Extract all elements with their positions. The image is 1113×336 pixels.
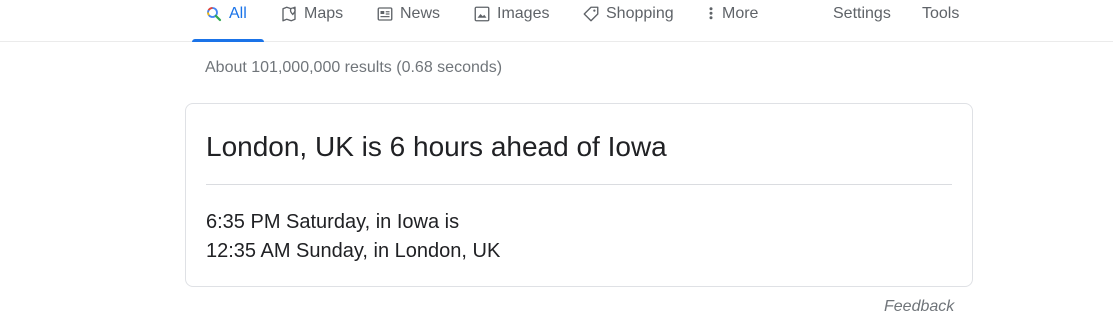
tab-maps-label: Maps: [304, 5, 344, 22]
tab-news-label: News: [400, 5, 441, 22]
tab-all-label: All: [229, 5, 247, 22]
tab-images-label: Images: [497, 5, 550, 22]
active-tab-indicator: [192, 39, 264, 42]
card-divider: [206, 184, 952, 185]
tools-link[interactable]: Tools: [922, 0, 959, 41]
time-card-line-source: 6:35 PM Saturday, in Iowa is: [206, 211, 460, 233]
tab-all[interactable]: All: [192, 0, 264, 42]
image-icon: [473, 5, 491, 23]
search-icon: [205, 5, 223, 23]
more-vertical-icon: [706, 5, 716, 23]
tab-news[interactable]: News: [376, 0, 440, 41]
news-icon: [376, 5, 394, 23]
search-tabs-bar: All Maps News Images Shopping More Setti…: [0, 0, 1113, 42]
time-card-line-target: 12:35 AM Sunday, in London, UK: [206, 240, 501, 262]
settings-label: Settings: [833, 5, 891, 22]
tab-shopping-label: Shopping: [606, 5, 674, 22]
tab-shopping[interactable]: Shopping: [582, 0, 674, 41]
tab-more[interactable]: More: [706, 0, 758, 41]
tab-maps[interactable]: Maps: [280, 0, 343, 41]
tools-label: Tools: [922, 5, 960, 22]
tab-images[interactable]: Images: [473, 0, 549, 41]
feedback-link[interactable]: Feedback: [884, 297, 954, 317]
tab-more-label: More: [722, 5, 759, 22]
time-difference-card: London, UK is 6 hours ahead of Iowa 6:35…: [185, 103, 973, 287]
tag-icon: [582, 5, 600, 23]
map-icon: [280, 5, 298, 23]
settings-link[interactable]: Settings: [833, 0, 891, 41]
search-results-page: All Maps News Images Shopping More Setti…: [0, 0, 1113, 336]
result-stats: About 101,000,000 results (0.68 seconds): [205, 59, 503, 76]
time-card-title: London, UK is 6 hours ahead of Iowa: [206, 131, 667, 162]
